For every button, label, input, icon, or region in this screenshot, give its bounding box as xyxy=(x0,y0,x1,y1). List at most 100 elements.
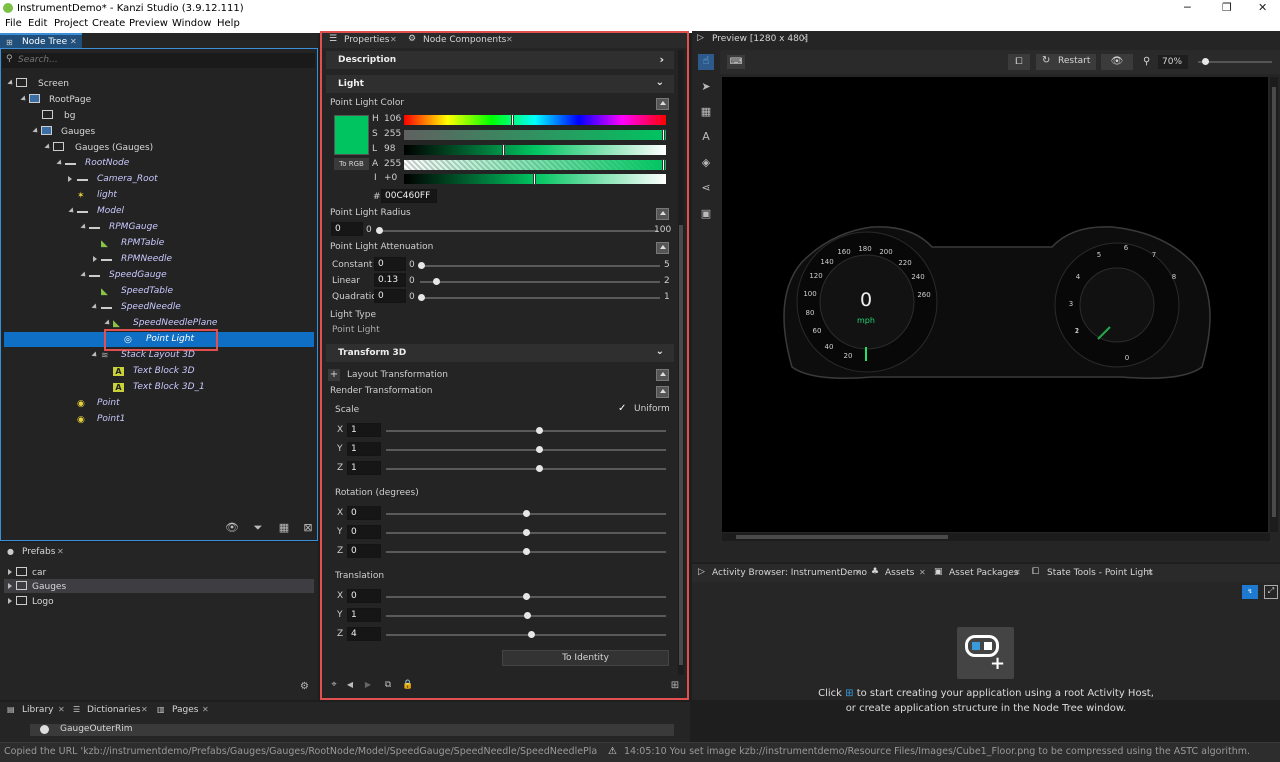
grid-icon[interactable]: ▦ xyxy=(276,521,292,537)
scale-x-input[interactable]: 1 xyxy=(347,423,381,437)
tree-item-rootnode[interactable]: RootNode xyxy=(65,158,129,173)
prefabs-tab[interactable]: Prefabs xyxy=(22,547,55,557)
tree-item-speedneedle[interactable]: SpeedNeedle xyxy=(101,302,181,317)
section-transform-3d[interactable]: Transform 3D ⌄ xyxy=(326,344,674,362)
rotation-x-knob[interactable] xyxy=(523,510,530,517)
close-icon[interactable]: ✕ xyxy=(390,35,397,44)
assets-tab[interactable]: Assets xyxy=(885,568,914,578)
channel-l-value[interactable]: 98 xyxy=(384,144,395,154)
rotation-y-knob[interactable] xyxy=(523,529,530,536)
scale-x-knob[interactable] xyxy=(536,427,543,434)
rotation-z-knob[interactable] xyxy=(523,548,530,555)
search-input[interactable] xyxy=(18,54,308,66)
rotation-y-input[interactable]: 0 xyxy=(347,525,381,539)
translation-x-knob[interactable] xyxy=(523,593,530,600)
state-tools-tab[interactable]: State Tools - Point Light xyxy=(1047,568,1153,578)
layers-icon[interactable]: ◈ xyxy=(698,156,714,172)
hex-input[interactable]: 00C460FF xyxy=(381,189,437,203)
camera-icon[interactable]: ▣ xyxy=(698,207,714,223)
to-identity-button[interactable]: To Identity xyxy=(502,650,669,666)
tree-item-camera-root[interactable]: Camera_Root xyxy=(77,174,158,189)
close-icon[interactable]: ✕ xyxy=(202,705,209,714)
menu-create[interactable]: Create xyxy=(92,18,125,29)
properties-tab[interactable]: Properties xyxy=(344,35,389,45)
dictionaries-tab[interactable]: Dictionaries xyxy=(87,705,141,715)
scale-z-input[interactable]: 1 xyxy=(347,461,381,475)
rotation-x-input[interactable]: 0 xyxy=(347,506,381,520)
maximize-button[interactable]: ❐ xyxy=(1222,1,1232,14)
channel-s-value[interactable]: 255 xyxy=(384,129,401,139)
preview-canvas[interactable]: 0 mph 20 40 60 80 100 120 140 160 180 20… xyxy=(722,77,1268,532)
channel-a-value[interactable]: 255 xyxy=(384,159,401,169)
pages-tab[interactable]: Pages xyxy=(172,705,198,715)
menu-project[interactable]: Project xyxy=(54,18,88,29)
preview-scrollbar-h[interactable] xyxy=(722,533,1270,541)
visibility-button[interactable]: 👁 xyxy=(1101,54,1133,70)
select-icon[interactable]: ➤ xyxy=(698,80,714,96)
activity-host-icon[interactable]: + xyxy=(957,627,1014,679)
reset-icon[interactable] xyxy=(656,242,669,254)
prefab-item-gauges[interactable]: Gauges xyxy=(8,581,66,596)
node-components-tab[interactable]: Node Components xyxy=(423,35,506,45)
preview-scrollbar-v[interactable] xyxy=(1270,77,1278,532)
minimize-button[interactable]: ─ xyxy=(1184,1,1191,14)
tree-item-rootpage[interactable]: RootPage xyxy=(29,94,91,109)
close-icon[interactable]: ⊠ xyxy=(300,521,316,537)
translation-z-input[interactable]: 4 xyxy=(347,627,381,641)
tree-item-point1[interactable]: ◉ Point1 xyxy=(77,414,125,429)
tree-item-speedtable[interactable]: ◣ SpeedTable xyxy=(101,286,173,301)
close-button[interactable]: ✕ xyxy=(1258,1,1267,14)
section-light[interactable]: Light ⌄ xyxy=(326,75,674,93)
color-swatch[interactable] xyxy=(334,115,369,155)
menu-preview[interactable]: Preview xyxy=(129,18,168,29)
prefab-item-logo[interactable]: Logo xyxy=(8,596,54,611)
tree-item-gauges[interactable]: Gauges xyxy=(41,126,95,141)
saturation-slider[interactable] xyxy=(404,129,666,141)
reset-icon[interactable] xyxy=(656,98,669,110)
zoom-value[interactable]: 70% xyxy=(1158,55,1188,69)
tree-item-light[interactable]: ✶ light xyxy=(77,190,117,205)
close-icon[interactable]: ✕ xyxy=(70,37,77,46)
tree-item-point[interactable]: ◉ Point xyxy=(77,398,120,413)
attn-linear-input[interactable]: 0.13 xyxy=(374,273,406,287)
expand-arrow[interactable] xyxy=(68,176,72,182)
radius-input[interactable]: 0 xyxy=(331,222,363,236)
keyboard-button[interactable]: ⌨ xyxy=(727,55,745,69)
lightness-slider[interactable] xyxy=(404,144,666,156)
close-icon[interactable]: ✕ xyxy=(919,568,926,577)
translation-z-knob[interactable] xyxy=(528,631,535,638)
expand-plus-icon[interactable]: + xyxy=(328,369,340,381)
channel-h-value[interactable]: 106 xyxy=(384,114,401,124)
tree-item-rpmtable[interactable]: ◣ RPMTable xyxy=(101,238,164,253)
restart-button[interactable]: ↻ Restart xyxy=(1036,54,1096,70)
alpha-slider[interactable] xyxy=(404,159,666,171)
hue-slider[interactable] xyxy=(404,114,666,126)
section-description[interactable]: Description › xyxy=(326,51,674,69)
close-icon[interactable]: ✕ xyxy=(1147,568,1154,577)
channel-i-value[interactable]: +0 xyxy=(384,173,397,183)
pointer-icon[interactable]: ☝ xyxy=(698,54,714,70)
attn-linear-knob[interactable] xyxy=(433,278,440,285)
tree-item-rpmgauge[interactable]: RPMGauge xyxy=(89,222,158,237)
attn-constant-knob[interactable] xyxy=(418,262,425,269)
prefab-item-car[interactable]: car xyxy=(8,567,46,582)
attn-quadratic-knob[interactable] xyxy=(418,294,425,301)
close-icon[interactable]: ✕ xyxy=(506,35,513,44)
auto-button[interactable]: ↯ xyxy=(1242,585,1258,599)
reset-icon[interactable] xyxy=(656,386,669,398)
fit-icon[interactable]: ⤢ xyxy=(1264,585,1278,599)
reset-icon[interactable] xyxy=(656,369,669,381)
lock-icon[interactable]: 🔒 xyxy=(400,680,416,696)
back-icon[interactable]: ◀ xyxy=(342,680,358,696)
tree-item-text-block-3d[interactable]: A Text Block 3D xyxy=(113,366,195,381)
scale-y-knob[interactable] xyxy=(536,446,543,453)
close-icon[interactable]: ✕ xyxy=(58,705,65,714)
radius-slider-knob[interactable] xyxy=(376,227,383,234)
node-tree-tab[interactable]: ⊞ Node Tree ✕ xyxy=(0,33,82,48)
eye-icon[interactable]: 👁 xyxy=(224,521,240,537)
tree-item-stack-layout[interactable]: ≋ Stack Layout 3D xyxy=(101,350,195,365)
filter-icon[interactable]: ⏷ xyxy=(250,521,266,537)
library-tab[interactable]: Library xyxy=(22,705,53,715)
preview-tab[interactable]: Preview [1280 x 480] xyxy=(712,34,808,44)
close-icon[interactable]: ✕ xyxy=(57,547,64,556)
